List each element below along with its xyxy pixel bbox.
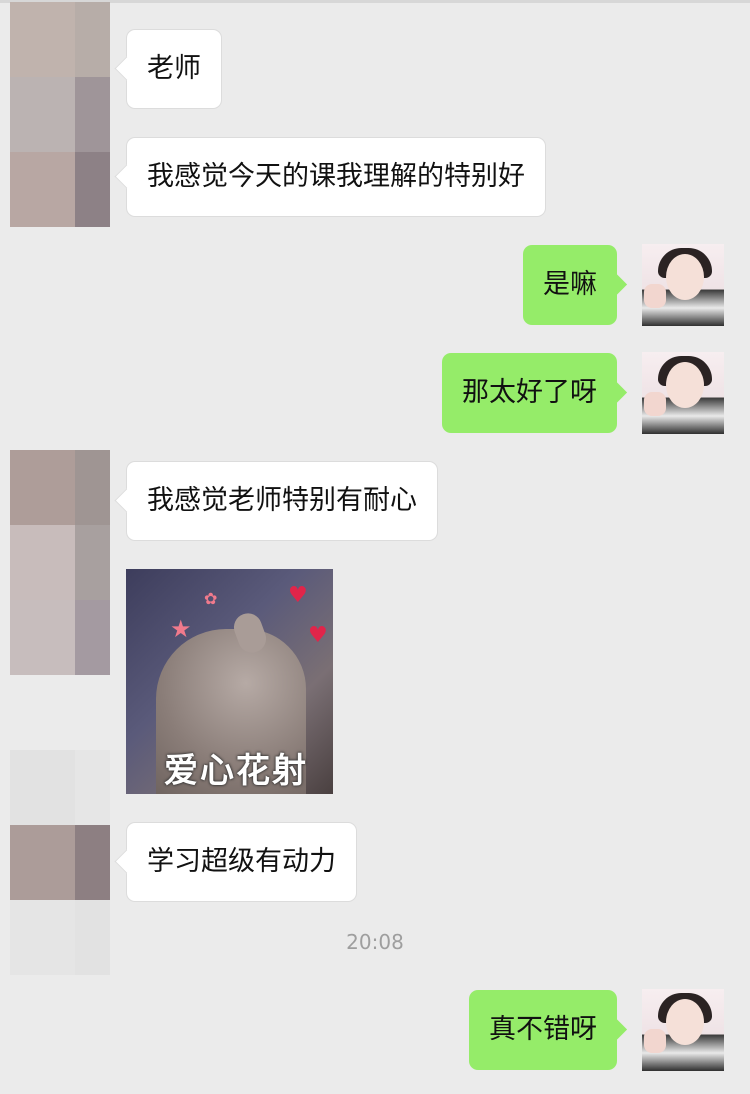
outgoing-message[interactable]: 那太好了呀: [442, 353, 617, 433]
incoming-message[interactable]: 学习超级有动力: [126, 822, 357, 902]
my-avatar[interactable]: [642, 244, 724, 326]
heart-icon: ♥: [308, 623, 328, 648]
message-text: 真不错呀: [489, 1014, 597, 1045]
message-text: 老师: [147, 53, 201, 84]
avatar-hand-shape: [644, 284, 666, 308]
incoming-message[interactable]: 我感觉今天的课我理解的特别好: [126, 137, 546, 217]
contact-avatar-blurred[interactable]: [10, 2, 110, 227]
message-text: 是嘛: [543, 269, 597, 300]
message-text: 学习超级有动力: [147, 846, 336, 877]
top-divider: [0, 0, 750, 3]
message-text: 我感觉老师特别有耐心: [147, 485, 417, 516]
sticker-caption: 爱心花射: [164, 751, 308, 791]
message-timestamp: 20:08: [346, 930, 404, 954]
message-text: 我感觉今天的课我理解的特别好: [147, 161, 525, 192]
incoming-message[interactable]: 老师: [126, 29, 222, 109]
my-avatar[interactable]: [642, 989, 724, 1071]
incoming-message[interactable]: 我感觉老师特别有耐心: [126, 461, 438, 541]
heart-icon: ♥: [288, 583, 308, 608]
message-text: 那太好了呀: [462, 377, 597, 408]
sticker-message[interactable]: ♥ ♥ ★ ✿ 爱心花射: [126, 569, 333, 794]
outgoing-message[interactable]: 是嘛: [523, 245, 617, 325]
avatar-face-shape: [666, 254, 704, 300]
my-avatar[interactable]: [642, 352, 724, 434]
outgoing-message[interactable]: 真不错呀: [469, 990, 617, 1070]
avatar-face-shape: [666, 362, 704, 408]
avatar-face-shape: [666, 999, 704, 1045]
star-icon: ★: [170, 615, 192, 643]
avatar-hand-shape: [644, 1029, 666, 1053]
contact-avatar-blurred[interactable]: [10, 450, 110, 675]
avatar-hand-shape: [644, 392, 666, 416]
flower-icon: ✿: [204, 589, 218, 608]
